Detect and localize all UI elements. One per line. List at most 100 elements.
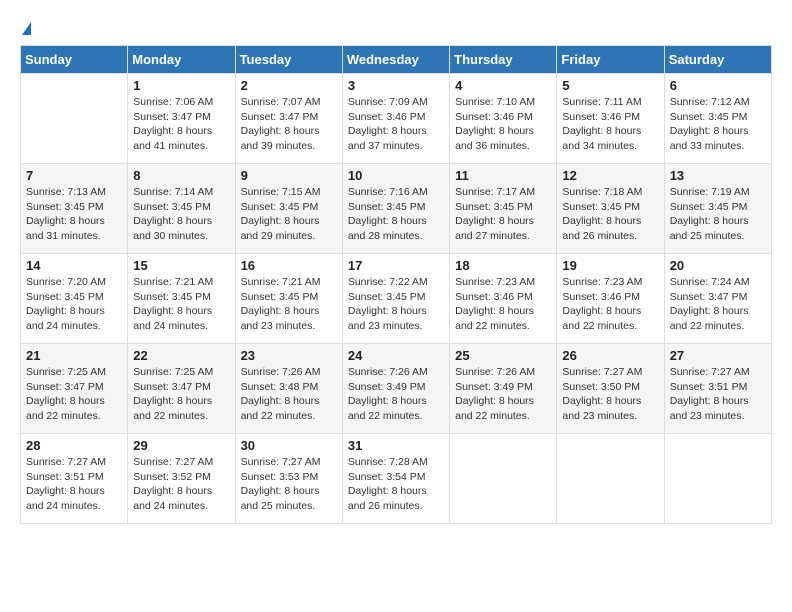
calendar-header-row: SundayMondayTuesdayWednesdayThursdayFrid… <box>21 46 772 74</box>
calendar-cell: 28 Sunrise: 7:27 AM Sunset: 3:51 PM Dayli… <box>21 434 128 524</box>
day-info: Sunrise: 7:21 AM Sunset: 3:45 PM Dayligh… <box>241 275 337 334</box>
day-number: 16 <box>241 258 337 273</box>
day-info: Sunrise: 7:27 AM Sunset: 3:53 PM Dayligh… <box>241 455 337 514</box>
calendar-cell: 1 Sunrise: 7:06 AM Sunset: 3:47 PM Daylig… <box>128 74 235 164</box>
day-number: 27 <box>670 348 766 363</box>
day-number: 1 <box>133 78 229 93</box>
calendar-header-thursday: Thursday <box>450 46 557 74</box>
day-info: Sunrise: 7:19 AM Sunset: 3:45 PM Dayligh… <box>670 185 766 244</box>
day-number: 29 <box>133 438 229 453</box>
calendar-cell: 27 Sunrise: 7:27 AM Sunset: 3:51 PM Dayli… <box>664 344 771 434</box>
day-info: Sunrise: 7:27 AM Sunset: 3:51 PM Dayligh… <box>670 365 766 424</box>
calendar-cell: 16 Sunrise: 7:21 AM Sunset: 3:45 PM Dayli… <box>235 254 342 344</box>
calendar-week-row: 28 Sunrise: 7:27 AM Sunset: 3:51 PM Dayli… <box>21 434 772 524</box>
calendar-cell: 5 Sunrise: 7:11 AM Sunset: 3:46 PM Daylig… <box>557 74 664 164</box>
calendar-cell: 22 Sunrise: 7:25 AM Sunset: 3:47 PM Dayli… <box>128 344 235 434</box>
day-number: 18 <box>455 258 551 273</box>
day-info: Sunrise: 7:25 AM Sunset: 3:47 PM Dayligh… <box>26 365 122 424</box>
day-info: Sunrise: 7:13 AM Sunset: 3:45 PM Dayligh… <box>26 185 122 244</box>
day-info: Sunrise: 7:06 AM Sunset: 3:47 PM Dayligh… <box>133 95 229 154</box>
day-number: 23 <box>241 348 337 363</box>
day-number: 17 <box>348 258 444 273</box>
day-info: Sunrise: 7:23 AM Sunset: 3:46 PM Dayligh… <box>562 275 658 334</box>
day-info: Sunrise: 7:20 AM Sunset: 3:45 PM Dayligh… <box>26 275 122 334</box>
day-info: Sunrise: 7:11 AM Sunset: 3:46 PM Dayligh… <box>562 95 658 154</box>
day-number: 14 <box>26 258 122 273</box>
calendar-cell: 15Sunrise: 7:21 AM Sunset: 3:45 PM Dayli… <box>128 254 235 344</box>
calendar-body: 1 Sunrise: 7:06 AM Sunset: 3:47 PM Daylig… <box>21 74 772 524</box>
day-number: 19 <box>562 258 658 273</box>
day-number: 28 <box>26 438 122 453</box>
calendar-header-sunday: Sunday <box>21 46 128 74</box>
day-info: Sunrise: 7:23 AM Sunset: 3:46 PM Dayligh… <box>455 275 551 334</box>
day-info: Sunrise: 7:28 AM Sunset: 3:54 PM Dayligh… <box>348 455 444 514</box>
calendar-cell: 10 Sunrise: 7:16 AM Sunset: 3:45 PM Dayli… <box>342 164 449 254</box>
day-info: Sunrise: 7:12 AM Sunset: 3:45 PM Dayligh… <box>670 95 766 154</box>
day-info: Sunrise: 7:24 AM Sunset: 3:47 PM Dayligh… <box>670 275 766 334</box>
day-info: Sunrise: 7:14 AM Sunset: 3:45 PM Dayligh… <box>133 185 229 244</box>
calendar-cell: 29 Sunrise: 7:27 AM Sunset: 3:52 PM Dayli… <box>128 434 235 524</box>
calendar-cell: 20Sunrise: 7:24 AM Sunset: 3:47 PM Dayli… <box>664 254 771 344</box>
day-info: Sunrise: 7:26 AM Sunset: 3:49 PM Dayligh… <box>455 365 551 424</box>
day-info: Sunrise: 7:17 AM Sunset: 3:45 PM Dayligh… <box>455 185 551 244</box>
day-number: 2 <box>241 78 337 93</box>
calendar-cell: 25 Sunrise: 7:26 AM Sunset: 3:49 PM Dayli… <box>450 344 557 434</box>
calendar-cell: 19 Sunrise: 7:23 AM Sunset: 3:46 PM Dayli… <box>557 254 664 344</box>
calendar-cell <box>21 74 128 164</box>
day-number: 4 <box>455 78 551 93</box>
day-info: Sunrise: 7:25 AM Sunset: 3:47 PM Dayligh… <box>133 365 229 424</box>
day-number: 5 <box>562 78 658 93</box>
day-info: Sunrise: 7:16 AM Sunset: 3:45 PM Dayligh… <box>348 185 444 244</box>
calendar-cell: 17 Sunrise: 7:22 AM Sunset: 3:45 PM Dayli… <box>342 254 449 344</box>
day-number: 9 <box>241 168 337 183</box>
day-number: 7 <box>26 168 122 183</box>
calendar-header-friday: Friday <box>557 46 664 74</box>
day-info: Sunrise: 7:10 AM Sunset: 3:46 PM Dayligh… <box>455 95 551 154</box>
day-info: Sunrise: 7:21 AM Sunset: 3:45 PM Dayligh… <box>133 275 229 334</box>
calendar-cell: 2Sunrise: 7:07 AM Sunset: 3:47 PM Daylig… <box>235 74 342 164</box>
day-number: 10 <box>348 168 444 183</box>
calendar-cell: 13Sunrise: 7:19 AM Sunset: 3:45 PM Dayli… <box>664 164 771 254</box>
calendar-cell: 3Sunrise: 7:09 AM Sunset: 3:46 PM Daylig… <box>342 74 449 164</box>
calendar-header-saturday: Saturday <box>664 46 771 74</box>
calendar-week-row: 21 Sunrise: 7:25 AM Sunset: 3:47 PM Dayli… <box>21 344 772 434</box>
logo <box>20 20 31 35</box>
day-number: 22 <box>133 348 229 363</box>
day-number: 24 <box>348 348 444 363</box>
calendar-cell: 14 Sunrise: 7:20 AM Sunset: 3:45 PM Dayli… <box>21 254 128 344</box>
calendar-header-wednesday: Wednesday <box>342 46 449 74</box>
calendar-cell: 6 Sunrise: 7:12 AM Sunset: 3:45 PM Daylig… <box>664 74 771 164</box>
calendar-cell: 26Sunrise: 7:27 AM Sunset: 3:50 PM Dayli… <box>557 344 664 434</box>
calendar-cell: 30 Sunrise: 7:27 AM Sunset: 3:53 PM Dayli… <box>235 434 342 524</box>
day-info: Sunrise: 7:22 AM Sunset: 3:45 PM Dayligh… <box>348 275 444 334</box>
day-info: Sunrise: 7:27 AM Sunset: 3:51 PM Dayligh… <box>26 455 122 514</box>
day-number: 11 <box>455 168 551 183</box>
calendar-cell: 8Sunrise: 7:14 AM Sunset: 3:45 PM Daylig… <box>128 164 235 254</box>
calendar-cell: 21 Sunrise: 7:25 AM Sunset: 3:47 PM Dayli… <box>21 344 128 434</box>
calendar-cell: 4 Sunrise: 7:10 AM Sunset: 3:46 PM Daylig… <box>450 74 557 164</box>
day-number: 25 <box>455 348 551 363</box>
day-number: 31 <box>348 438 444 453</box>
day-info: Sunrise: 7:18 AM Sunset: 3:45 PM Dayligh… <box>562 185 658 244</box>
day-info: Sunrise: 7:27 AM Sunset: 3:52 PM Dayligh… <box>133 455 229 514</box>
calendar-header-tuesday: Tuesday <box>235 46 342 74</box>
calendar-cell: 11 Sunrise: 7:17 AM Sunset: 3:45 PM Dayli… <box>450 164 557 254</box>
calendar-header-monday: Monday <box>128 46 235 74</box>
calendar-week-row: 14 Sunrise: 7:20 AM Sunset: 3:45 PM Dayli… <box>21 254 772 344</box>
day-info: Sunrise: 7:26 AM Sunset: 3:49 PM Dayligh… <box>348 365 444 424</box>
calendar-cell <box>450 434 557 524</box>
calendar-cell: 24 Sunrise: 7:26 AM Sunset: 3:49 PM Dayli… <box>342 344 449 434</box>
calendar-cell: 12Sunrise: 7:18 AM Sunset: 3:45 PM Dayli… <box>557 164 664 254</box>
calendar-table: SundayMondayTuesdayWednesdayThursdayFrid… <box>20 45 772 524</box>
calendar-week-row: 7 Sunrise: 7:13 AM Sunset: 3:45 PM Daylig… <box>21 164 772 254</box>
day-number: 6 <box>670 78 766 93</box>
day-number: 21 <box>26 348 122 363</box>
logo-triangle-icon <box>22 22 31 35</box>
calendar-cell: 31 Sunrise: 7:28 AM Sunset: 3:54 PM Dayli… <box>342 434 449 524</box>
calendar-cell <box>557 434 664 524</box>
day-info: Sunrise: 7:27 AM Sunset: 3:50 PM Dayligh… <box>562 365 658 424</box>
day-number: 30 <box>241 438 337 453</box>
calendar-cell: 23 Sunrise: 7:26 AM Sunset: 3:48 PM Dayli… <box>235 344 342 434</box>
day-info: Sunrise: 7:26 AM Sunset: 3:48 PM Dayligh… <box>241 365 337 424</box>
calendar-cell: 18 Sunrise: 7:23 AM Sunset: 3:46 PM Dayli… <box>450 254 557 344</box>
